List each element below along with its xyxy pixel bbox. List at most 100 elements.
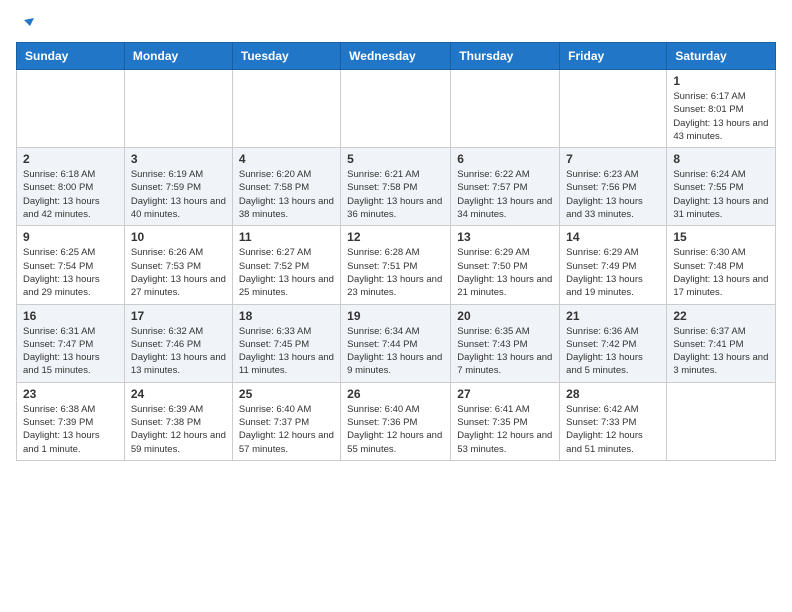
day-info: Sunrise: 6:17 AM Sunset: 8:01 PM Dayligh… xyxy=(673,90,769,143)
day-number: 7 xyxy=(566,152,660,166)
calendar-cell: 12 Sunrise: 6:28 AM Sunset: 7:51 PM Dayli… xyxy=(341,226,451,304)
calendar-cell xyxy=(124,70,232,148)
day-number: 10 xyxy=(131,230,226,244)
column-header-tuesday: Tuesday xyxy=(232,43,340,70)
day-info: Sunrise: 6:38 AM Sunset: 7:39 PM Dayligh… xyxy=(23,403,118,456)
day-number: 24 xyxy=(131,387,226,401)
day-number: 9 xyxy=(23,230,118,244)
calendar-cell: 15 Sunrise: 6:30 AM Sunset: 7:48 PM Dayli… xyxy=(667,226,776,304)
calendar-table: SundayMondayTuesdayWednesdayThursdayFrid… xyxy=(16,42,776,461)
calendar-cell xyxy=(17,70,125,148)
day-number: 1 xyxy=(673,74,769,88)
day-info: Sunrise: 6:33 AM Sunset: 7:45 PM Dayligh… xyxy=(239,325,334,378)
calendar-cell: 2 Sunrise: 6:18 AM Sunset: 8:00 PM Daylig… xyxy=(17,148,125,226)
day-info: Sunrise: 6:29 AM Sunset: 7:50 PM Dayligh… xyxy=(457,246,553,299)
week-row-2: 2 Sunrise: 6:18 AM Sunset: 8:00 PM Daylig… xyxy=(17,148,776,226)
calendar-cell: 25 Sunrise: 6:40 AM Sunset: 7:37 PM Dayli… xyxy=(232,382,340,460)
day-number: 17 xyxy=(131,309,226,323)
day-info: Sunrise: 6:42 AM Sunset: 7:33 PM Dayligh… xyxy=(566,403,660,456)
calendar-cell: 13 Sunrise: 6:29 AM Sunset: 7:50 PM Dayli… xyxy=(451,226,560,304)
week-row-4: 16 Sunrise: 6:31 AM Sunset: 7:47 PM Dayli… xyxy=(17,304,776,382)
day-info: Sunrise: 6:23 AM Sunset: 7:56 PM Dayligh… xyxy=(566,168,660,221)
day-number: 20 xyxy=(457,309,553,323)
day-info: Sunrise: 6:24 AM Sunset: 7:55 PM Dayligh… xyxy=(673,168,769,221)
calendar-cell: 20 Sunrise: 6:35 AM Sunset: 7:43 PM Dayli… xyxy=(451,304,560,382)
day-info: Sunrise: 6:35 AM Sunset: 7:43 PM Dayligh… xyxy=(457,325,553,378)
day-number: 12 xyxy=(347,230,444,244)
day-number: 11 xyxy=(239,230,334,244)
calendar-cell: 7 Sunrise: 6:23 AM Sunset: 7:56 PM Daylig… xyxy=(560,148,667,226)
day-info: Sunrise: 6:22 AM Sunset: 7:57 PM Dayligh… xyxy=(457,168,553,221)
day-number: 19 xyxy=(347,309,444,323)
day-info: Sunrise: 6:19 AM Sunset: 7:59 PM Dayligh… xyxy=(131,168,226,221)
day-number: 8 xyxy=(673,152,769,166)
day-info: Sunrise: 6:20 AM Sunset: 7:58 PM Dayligh… xyxy=(239,168,334,221)
column-header-thursday: Thursday xyxy=(451,43,560,70)
day-info: Sunrise: 6:39 AM Sunset: 7:38 PM Dayligh… xyxy=(131,403,226,456)
calendar-cell: 11 Sunrise: 6:27 AM Sunset: 7:52 PM Dayli… xyxy=(232,226,340,304)
calendar-cell: 18 Sunrise: 6:33 AM Sunset: 7:45 PM Dayli… xyxy=(232,304,340,382)
day-number: 16 xyxy=(23,309,118,323)
column-header-friday: Friday xyxy=(560,43,667,70)
column-header-saturday: Saturday xyxy=(667,43,776,70)
day-number: 21 xyxy=(566,309,660,323)
logo-bird-icon xyxy=(16,16,34,34)
day-info: Sunrise: 6:40 AM Sunset: 7:37 PM Dayligh… xyxy=(239,403,334,456)
calendar-cell: 17 Sunrise: 6:32 AM Sunset: 7:46 PM Dayli… xyxy=(124,304,232,382)
day-info: Sunrise: 6:40 AM Sunset: 7:36 PM Dayligh… xyxy=(347,403,444,456)
day-number: 13 xyxy=(457,230,553,244)
week-row-3: 9 Sunrise: 6:25 AM Sunset: 7:54 PM Daylig… xyxy=(17,226,776,304)
calendar-cell: 19Sunrise: 6:34 AM Sunset: 7:44 PM Dayli… xyxy=(341,304,451,382)
calendar-cell: 21 Sunrise: 6:36 AM Sunset: 7:42 PM Dayli… xyxy=(560,304,667,382)
header xyxy=(16,16,776,30)
calendar-cell: 23 Sunrise: 6:38 AM Sunset: 7:39 PM Dayli… xyxy=(17,382,125,460)
week-row-1: 1 Sunrise: 6:17 AM Sunset: 8:01 PM Daylig… xyxy=(17,70,776,148)
day-info: Sunrise: 6:41 AM Sunset: 7:35 PM Dayligh… xyxy=(457,403,553,456)
day-info: Sunrise: 6:37 AM Sunset: 7:41 PM Dayligh… xyxy=(673,325,769,378)
day-info: Sunrise: 6:29 AM Sunset: 7:49 PM Dayligh… xyxy=(566,246,660,299)
day-info: Sunrise: 6:25 AM Sunset: 7:54 PM Dayligh… xyxy=(23,246,118,299)
day-info: Sunrise: 6:31 AM Sunset: 7:47 PM Dayligh… xyxy=(23,325,118,378)
day-info: Sunrise: 6:32 AM Sunset: 7:46 PM Dayligh… xyxy=(131,325,226,378)
calendar-cell: 9 Sunrise: 6:25 AM Sunset: 7:54 PM Daylig… xyxy=(17,226,125,304)
day-number: 3 xyxy=(131,152,226,166)
day-number: 15 xyxy=(673,230,769,244)
column-header-monday: Monday xyxy=(124,43,232,70)
day-number: 2 xyxy=(23,152,118,166)
calendar-cell: 3 Sunrise: 6:19 AM Sunset: 7:59 PM Daylig… xyxy=(124,148,232,226)
day-info: Sunrise: 6:21 AM Sunset: 7:58 PM Dayligh… xyxy=(347,168,444,221)
day-number: 22 xyxy=(673,309,769,323)
day-number: 28 xyxy=(566,387,660,401)
calendar-cell: 14 Sunrise: 6:29 AM Sunset: 7:49 PM Dayli… xyxy=(560,226,667,304)
calendar-cell: 6 Sunrise: 6:22 AM Sunset: 7:57 PM Daylig… xyxy=(451,148,560,226)
calendar-cell xyxy=(341,70,451,148)
calendar-cell: 28 Sunrise: 6:42 AM Sunset: 7:33 PM Dayli… xyxy=(560,382,667,460)
day-number: 6 xyxy=(457,152,553,166)
day-number: 18 xyxy=(239,309,334,323)
calendar-cell xyxy=(560,70,667,148)
calendar-cell xyxy=(667,382,776,460)
day-info: Sunrise: 6:36 AM Sunset: 7:42 PM Dayligh… xyxy=(566,325,660,378)
day-number: 23 xyxy=(23,387,118,401)
day-info: Sunrise: 6:18 AM Sunset: 8:00 PM Dayligh… xyxy=(23,168,118,221)
calendar-cell xyxy=(232,70,340,148)
day-number: 4 xyxy=(239,152,334,166)
calendar-cell: 8 Sunrise: 6:24 AM Sunset: 7:55 PM Daylig… xyxy=(667,148,776,226)
column-header-sunday: Sunday xyxy=(17,43,125,70)
calendar-cell: 16 Sunrise: 6:31 AM Sunset: 7:47 PM Dayli… xyxy=(17,304,125,382)
day-number: 5 xyxy=(347,152,444,166)
calendar-cell: 1 Sunrise: 6:17 AM Sunset: 8:01 PM Daylig… xyxy=(667,70,776,148)
calendar-cell xyxy=(451,70,560,148)
day-info: Sunrise: 6:30 AM Sunset: 7:48 PM Dayligh… xyxy=(673,246,769,299)
calendar-cell: 26 Sunrise: 6:40 AM Sunset: 7:36 PM Dayli… xyxy=(341,382,451,460)
day-number: 26 xyxy=(347,387,444,401)
day-number: 14 xyxy=(566,230,660,244)
day-number: 27 xyxy=(457,387,553,401)
day-info: Sunrise: 6:28 AM Sunset: 7:51 PM Dayligh… xyxy=(347,246,444,299)
week-row-5: 23 Sunrise: 6:38 AM Sunset: 7:39 PM Dayli… xyxy=(17,382,776,460)
day-info: Sunrise: 6:27 AM Sunset: 7:52 PM Dayligh… xyxy=(239,246,334,299)
calendar-cell: 4 Sunrise: 6:20 AM Sunset: 7:58 PM Daylig… xyxy=(232,148,340,226)
calendar-cell: 5 Sunrise: 6:21 AM Sunset: 7:58 PM Daylig… xyxy=(341,148,451,226)
day-info: Sunrise: 6:26 AM Sunset: 7:53 PM Dayligh… xyxy=(131,246,226,299)
day-number: 25 xyxy=(239,387,334,401)
